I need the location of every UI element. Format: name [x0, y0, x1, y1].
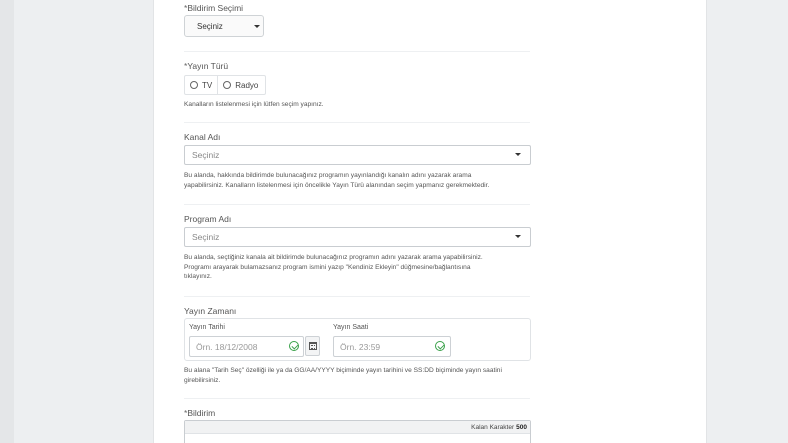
program-adi-label: Program Adı	[184, 214, 232, 224]
bildirim-secimi-select[interactable]: Seçiniz	[184, 15, 264, 37]
radio-radyo-label: Radyo	[235, 80, 259, 90]
calendar-icon	[309, 342, 317, 350]
divider	[184, 398, 530, 399]
help-line: tıklayınız.	[184, 273, 212, 281]
check-circle-icon	[435, 341, 445, 351]
yayin-saati-placeholder: Örn. 23:59	[340, 341, 381, 352]
radio-circle-icon	[190, 81, 198, 89]
bildirim-secimi-label: *Bildirim Seçimi	[184, 3, 244, 13]
radio-tv[interactable]: TV	[185, 76, 217, 94]
radio-tv-label: TV	[202, 80, 213, 90]
program-adi-select[interactable]: Seçiniz	[184, 227, 531, 247]
left-gutter	[0, 0, 14, 443]
kanal-adi-placeholder: Seçiniz	[192, 150, 220, 160]
caret-down-icon	[254, 25, 260, 28]
help-line: yapabilirsiniz. Kanalların listelenmesi …	[184, 181, 490, 189]
bildirim-secimi-value: Seçiniz	[197, 21, 223, 31]
kanal-adi-select[interactable]: Seçiniz	[184, 145, 531, 165]
kanal-adi-help: Bu alanda, hakkında bildirimde bulunacağ…	[184, 171, 534, 190]
yayin-saati-input[interactable]: Örn. 23:59	[333, 336, 451, 357]
program-adi-help: Bu alanda, seçtiğiniz kanala ait bildiri…	[184, 253, 534, 282]
calendar-button[interactable]	[305, 336, 320, 356]
bildirim-textarea[interactable]: Kalan Karakter 500	[184, 420, 531, 443]
help-line: Bu alana "Tarih Seç" özelliği ile ya da …	[184, 367, 502, 374]
radio-radyo[interactable]: Radyo	[217, 76, 263, 94]
counter-label: Kalan Karakter	[471, 423, 515, 431]
yayin-tarihi-input[interactable]: Örn. 18/12/2008	[189, 336, 304, 357]
divider	[184, 204, 530, 205]
help-line: Bu alanda, hakkında bildirimde bulunacağ…	[184, 172, 472, 179]
help-line: Programı arayarak bulamazsanız program i…	[184, 263, 471, 271]
divider	[184, 122, 530, 123]
divider	[184, 296, 530, 297]
kanal-adi-label: Kanal Adı	[184, 132, 221, 142]
caret-down-icon	[515, 235, 521, 238]
yayin-tarihi-label: Yayın Tarihi	[189, 324, 225, 331]
yayin-saati-label: Yayın Saati	[333, 324, 369, 331]
bildirim-label: *Bildirim	[184, 408, 216, 418]
yayin-turu-label: *Yayın Türü	[184, 61, 229, 71]
caret-down-icon	[515, 153, 521, 156]
program-adi-placeholder: Seçiniz	[192, 232, 220, 242]
divider	[184, 51, 530, 52]
counter-value: 500	[516, 423, 527, 431]
yayin-zamani-label: Yayın Zamanı	[184, 306, 237, 316]
help-line: girebilirsiniz.	[184, 376, 221, 384]
yayin-turu-help: Kanalların listelenmesi için lütfen seçi…	[184, 101, 324, 108]
check-circle-icon	[289, 341, 299, 351]
character-counter: Kalan Karakter 500	[185, 421, 530, 434]
yayin-turu-radio-group: TV Radyo	[184, 75, 266, 95]
yayin-tarihi-placeholder: Örn. 18/12/2008	[196, 341, 258, 352]
radio-circle-icon	[223, 81, 232, 89]
yayin-zamani-help: Bu alana "Tarih Seç" özelliği ile ya da …	[184, 366, 534, 385]
help-line: Bu alanda, seçtiğiniz kanala ait bildiri…	[184, 254, 483, 261]
